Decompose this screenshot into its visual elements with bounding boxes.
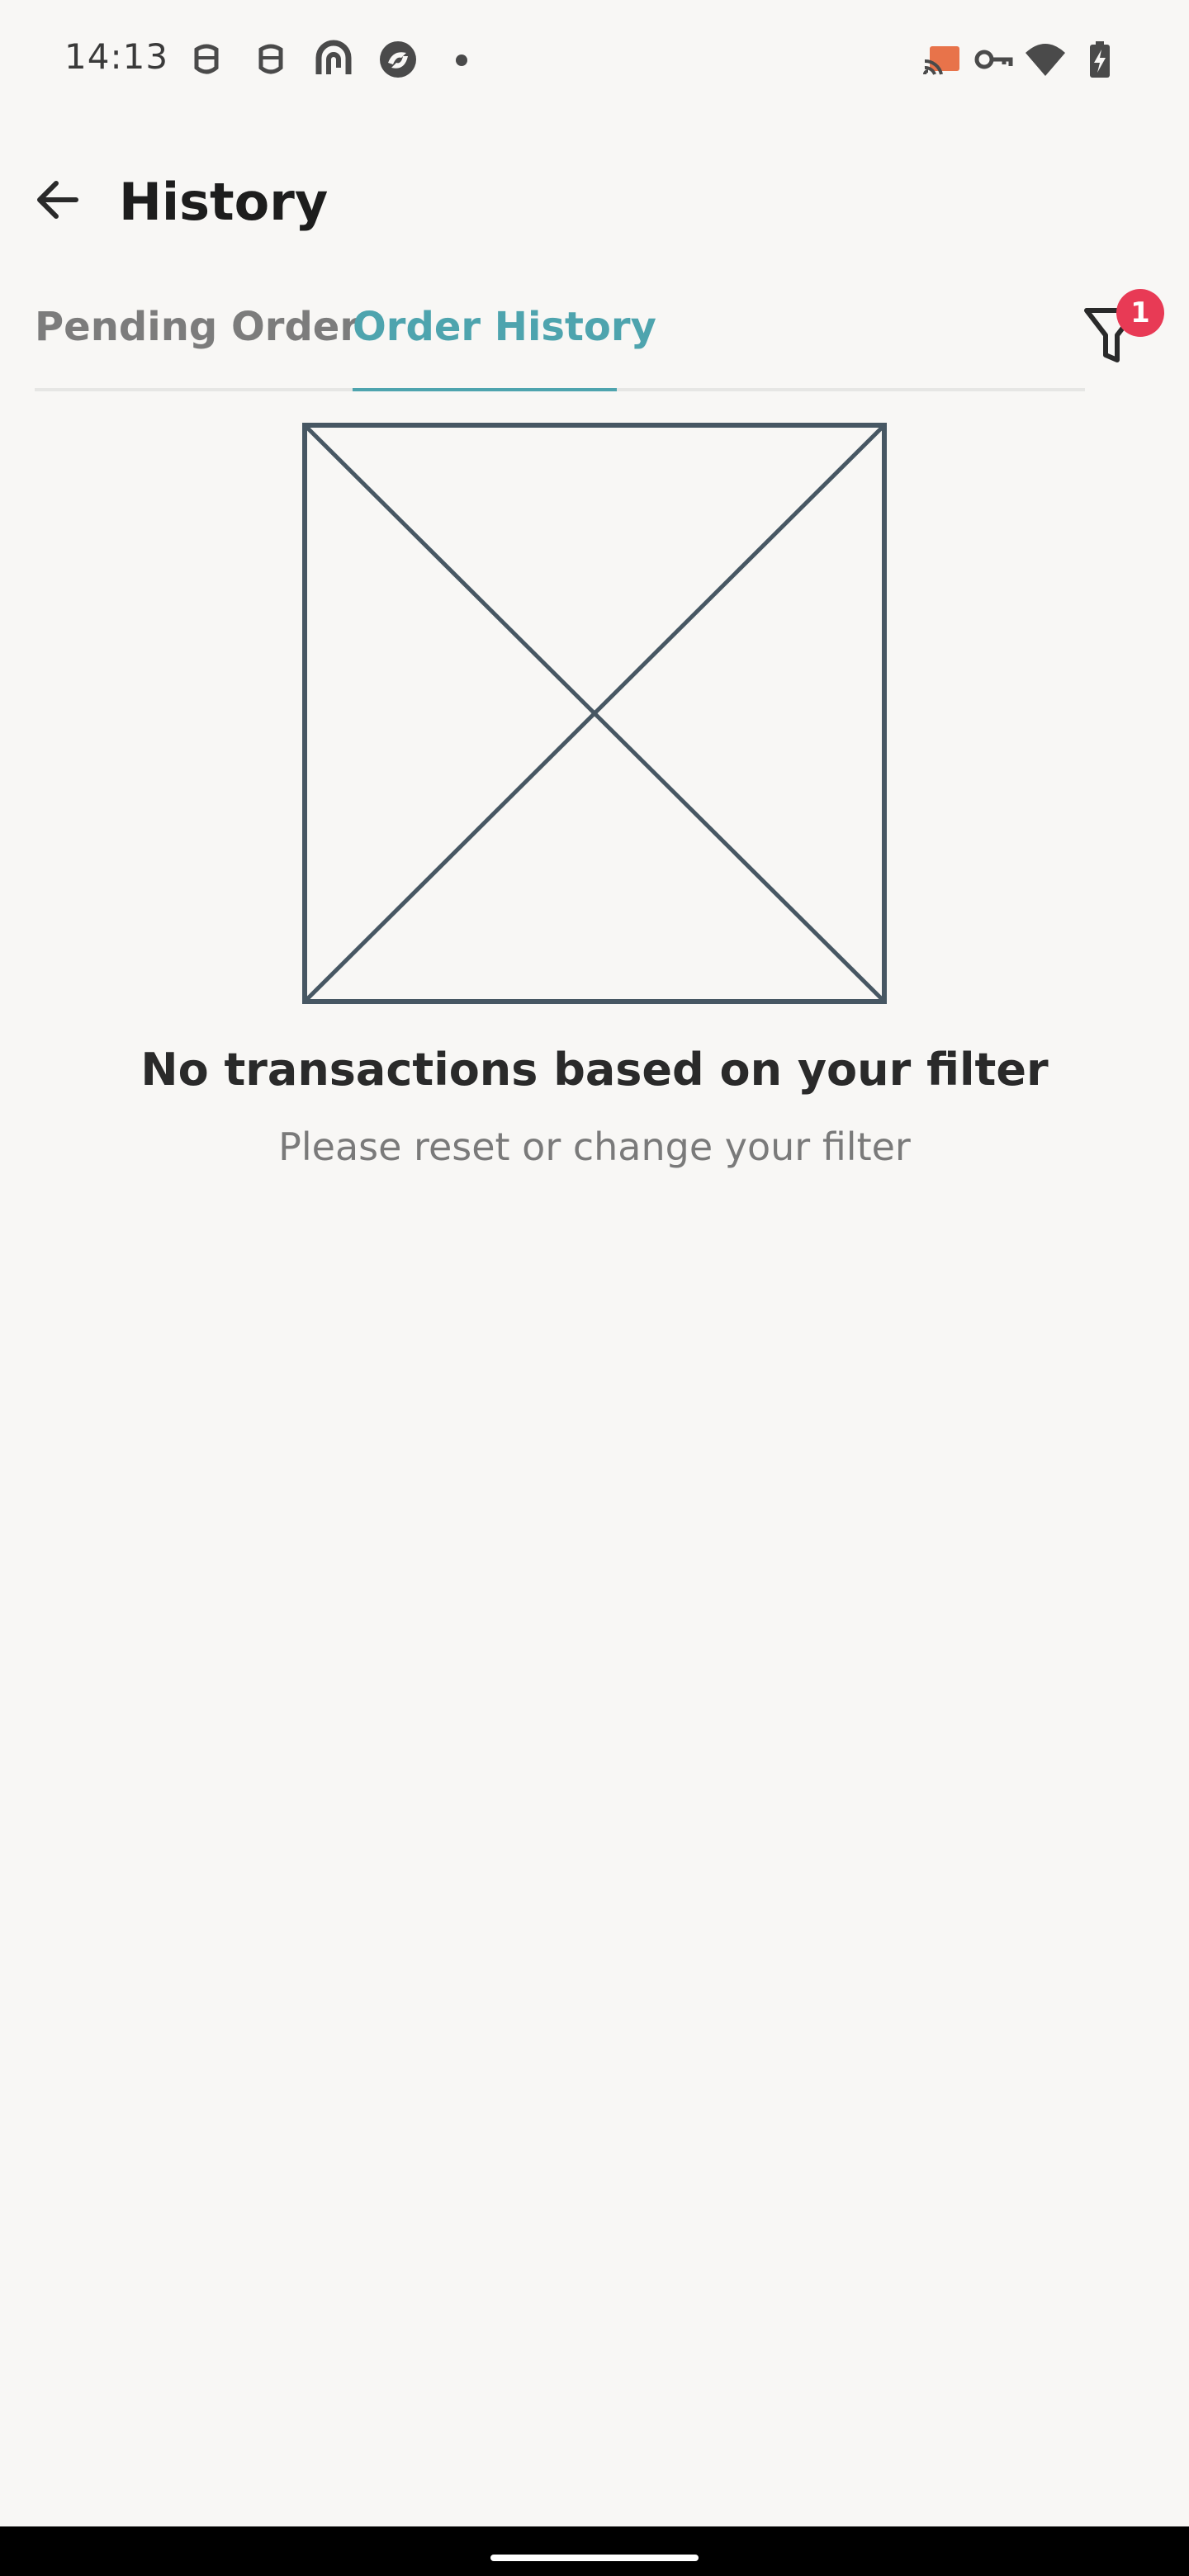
- tab-pending-order[interactable]: Pending Order: [35, 304, 359, 386]
- app-icon: [380, 41, 416, 78]
- home-indicator[interactable]: [490, 2555, 699, 2561]
- empty-state-title: No transactions based on your filter: [140, 1044, 1049, 1096]
- more-notifications-dot: [456, 54, 467, 66]
- active-tab-indicator: [353, 388, 617, 391]
- tab-order-history[interactable]: Order History: [353, 304, 656, 386]
- notification-icon: [194, 44, 219, 74]
- empty-state-subtitle: Please reset or change your filter: [278, 1125, 911, 1169]
- filter-count-badge: 1: [1116, 289, 1164, 337]
- status-time: 14:13: [64, 36, 169, 77]
- arrow-left-icon: [37, 181, 78, 219]
- filter-button[interactable]: 1: [1078, 289, 1169, 380]
- system-navigation-bar: [0, 2526, 1189, 2576]
- back-button[interactable]: [25, 167, 91, 233]
- status-bar: 14:13: [0, 0, 1189, 116]
- wifi-icon: [1026, 44, 1065, 76]
- app-icon: [315, 40, 352, 74]
- placeholder-image: [302, 423, 887, 1004]
- app-bar: History: [0, 149, 1189, 256]
- page-title: History: [119, 172, 329, 232]
- tab-bar: Pending Order Order History: [35, 297, 1085, 391]
- cast-icon: [923, 46, 959, 75]
- vpn-key-icon: [974, 50, 1013, 69]
- notification-icon: [258, 44, 283, 74]
- battery-charging-icon: [1090, 41, 1110, 78]
